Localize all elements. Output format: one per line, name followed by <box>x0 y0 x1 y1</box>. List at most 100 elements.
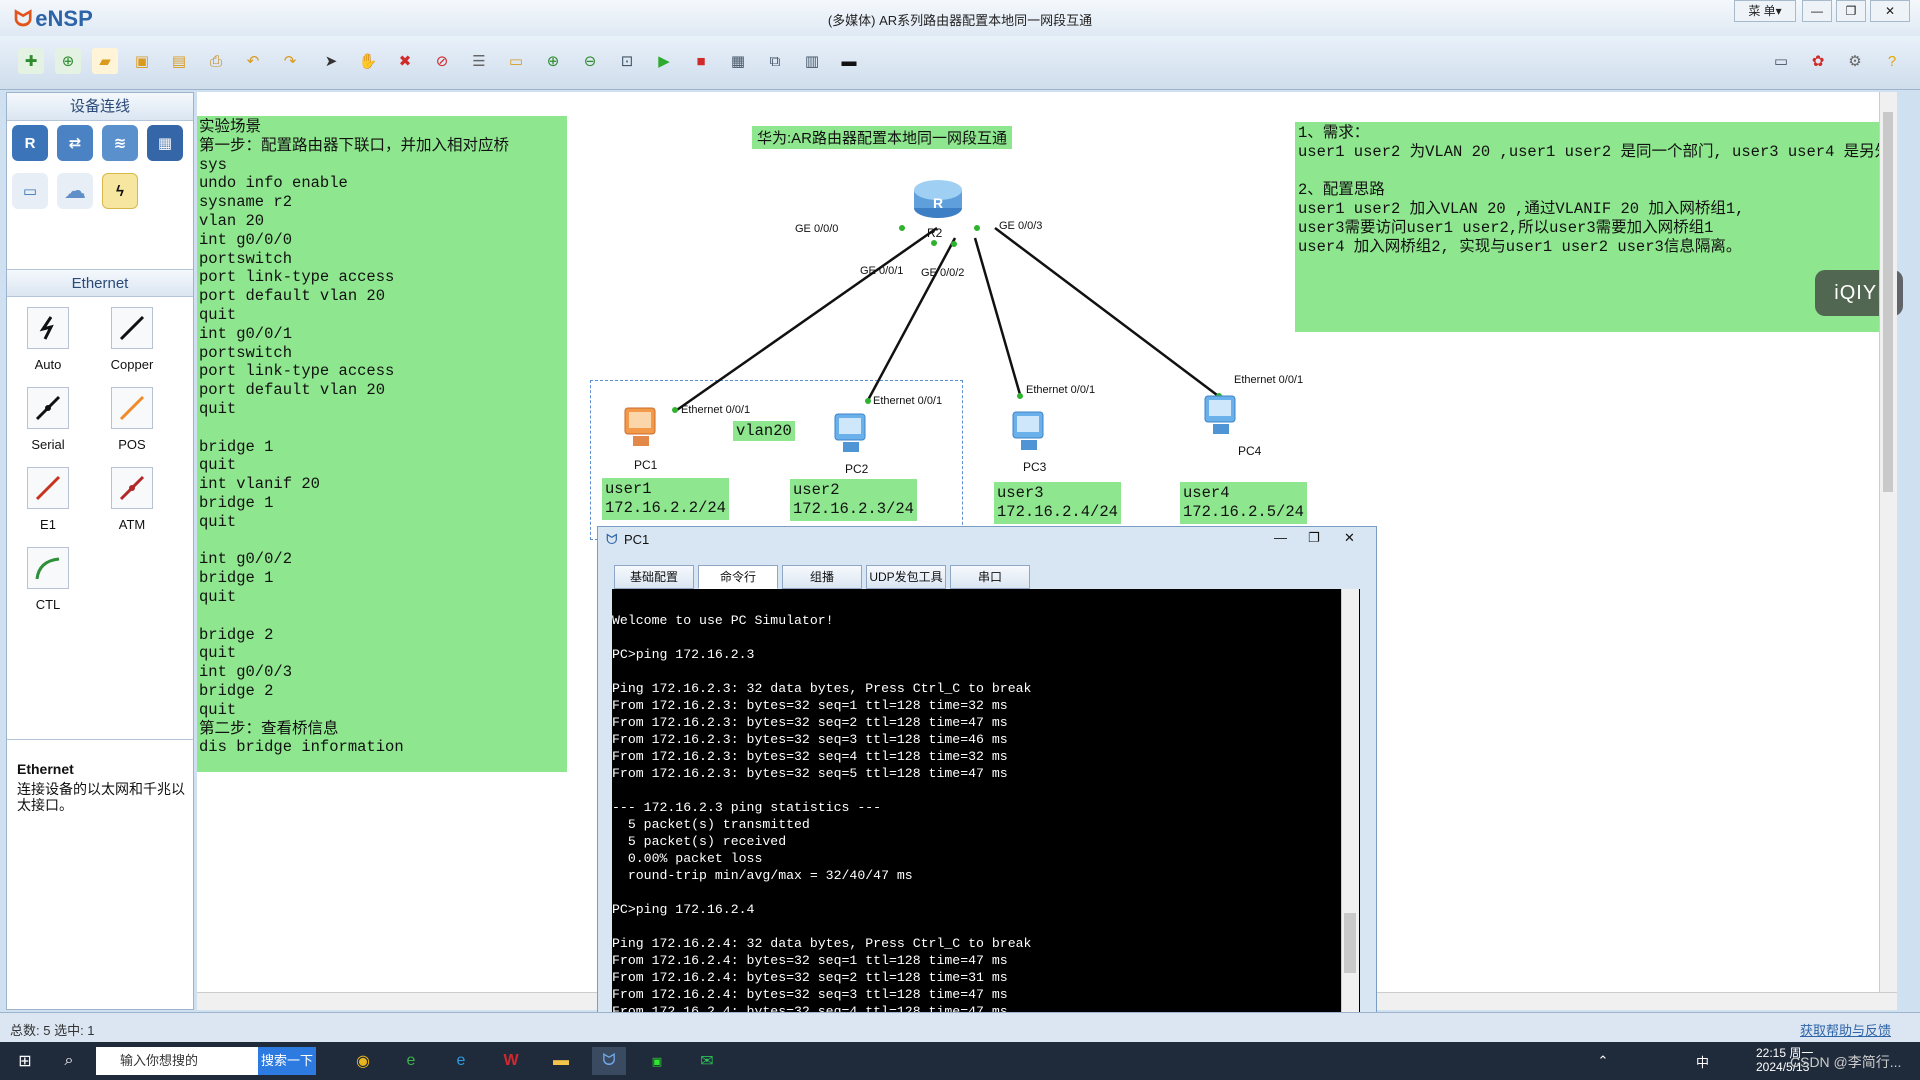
grid-icon[interactable]: ▥ <box>799 48 825 74</box>
switch-icon[interactable]: ⇄ <box>57 125 93 161</box>
rectangle-icon[interactable]: ▭ <box>503 48 529 74</box>
select-icon[interactable]: ➤ <box>318 48 344 74</box>
taskbar-search-input[interactable]: 输入你想搜的 <box>96 1047 258 1075</box>
delete-icon[interactable]: ✖ <box>392 48 418 74</box>
menu-button[interactable]: 菜 单▾ <box>1734 0 1796 22</box>
title-bar: ᗢ eNSP (多媒体) AR系列路由器配置本地同一网段互通 菜 单▾ — ❐ ✕ <box>0 0 1920 36</box>
canvas-vscroll-thumb[interactable] <box>1883 112 1893 492</box>
status-bar: 总数: 5 选中: 1 获取帮助与反馈 <box>0 1012 1920 1042</box>
console-scroll-thumb[interactable] <box>1344 913 1356 973</box>
pan-icon[interactable]: ✋ <box>355 48 381 74</box>
serial-cable-icon[interactable] <box>27 387 69 429</box>
cloud-icon[interactable]: ☁ <box>57 173 93 209</box>
stop-icon[interactable]: ■ <box>688 48 714 74</box>
save-as-icon[interactable]: ▤ <box>166 48 192 74</box>
port-dot <box>865 398 871 404</box>
undo-icon[interactable]: ↶ <box>240 48 266 74</box>
pc1-minimize-button[interactable]: — <box>1274 530 1287 545</box>
wps-icon[interactable]: W <box>494 1047 528 1075</box>
chrome-icon[interactable]: ◉ <box>346 1047 380 1075</box>
auto-link-icon[interactable]: ϟ <box>102 173 138 209</box>
pc1-window[interactable]: ᗢ PC1 — ❐ ✕ 基础配置 命令行 组播 UDP发包工具 串口 Welco… <box>597 526 1377 1046</box>
pc1-icon[interactable] <box>617 404 667 450</box>
pc1-restore-button[interactable]: ❐ <box>1308 530 1320 546</box>
router-icon[interactable]: R <box>911 172 965 222</box>
firewall-icon[interactable]: ▦ <box>147 125 183 161</box>
new-topology-icon[interactable]: ✚ <box>18 48 44 74</box>
auto-cable-icon[interactable] <box>27 307 69 349</box>
tray-icons[interactable]: ⌃ <box>1586 1047 1620 1075</box>
wechat-icon[interactable]: ✉ <box>690 1047 724 1075</box>
pc1-port-label: Ethernet 0/0/1 <box>681 404 751 416</box>
topology-icon[interactable]: ⧉ <box>762 48 788 74</box>
capture-icon[interactable]: ▦ <box>725 48 751 74</box>
e1-cable-icon[interactable] <box>27 467 69 509</box>
pc2-icon[interactable] <box>827 410 877 456</box>
window-title: (多媒体) AR系列路由器配置本地同一网段互通 <box>827 13 1093 28</box>
save-icon[interactable]: ▣ <box>129 48 155 74</box>
console-icon[interactable]: ▬ <box>836 48 862 74</box>
cable-label-e1: E1 <box>40 517 56 532</box>
pc1-close-button[interactable]: ✕ <box>1344 530 1355 546</box>
port-dot <box>931 240 937 246</box>
copper-cable-icon[interactable] <box>111 307 153 349</box>
atm-cable-icon[interactable] <box>111 467 153 509</box>
tab-command-line[interactable]: 命令行 <box>698 565 778 589</box>
zoom-in-icon[interactable]: ⊕ <box>540 48 566 74</box>
taskbar-search-button[interactable]: 搜索一下 <box>258 1047 316 1075</box>
wireless-icon[interactable]: ≋ <box>102 125 138 161</box>
ctl-cable-icon[interactable] <box>27 547 69 589</box>
close-button[interactable]: ✕ <box>1870 0 1910 22</box>
user3-label[interactable]: user3 172.16.2.4/24 <box>994 482 1121 524</box>
user1-label[interactable]: user1 172.16.2.2/24 <box>602 478 729 520</box>
browser-icon[interactable]: e <box>394 1047 428 1075</box>
tab-udp-tool[interactable]: UDP发包工具 <box>866 565 946 589</box>
device-panel: 设备连线 R ⇄ ≋ ▦ ▭ ☁ ϟ Ethernet Auto Copper … <box>6 92 194 1010</box>
user2-label[interactable]: user2 172.16.2.3/24 <box>790 479 917 521</box>
ime-indicator[interactable]: 中 <box>1696 1052 1709 1071</box>
pc3-icon[interactable] <box>1005 408 1055 454</box>
port-dot <box>672 407 678 413</box>
tab-multicast[interactable]: 组播 <box>782 565 862 589</box>
chat-icon[interactable]: ▭ <box>1768 48 1794 74</box>
help-feedback-link[interactable]: 获取帮助与反馈 <box>1800 1020 1891 1039</box>
info-text: 连接设备的以太网和千兆以太接口。 <box>17 781 185 813</box>
cable-label-ctl: CTL <box>35 597 61 612</box>
minimize-button[interactable]: — <box>1802 0 1832 22</box>
print-icon[interactable]: ⎙ <box>203 48 229 74</box>
ie-icon[interactable]: e <box>444 1047 478 1075</box>
new-lab-icon[interactable]: ⊕ <box>55 48 81 74</box>
pos-cable-icon[interactable] <box>111 387 153 429</box>
zoom-out-icon[interactable]: ⊖ <box>577 48 603 74</box>
windows-start-icon[interactable]: ⊞ <box>8 1047 42 1075</box>
open-icon[interactable]: ▰ <box>92 48 118 74</box>
pc2-name: PC2 <box>845 462 869 476</box>
tab-basic-config[interactable]: 基础配置 <box>614 565 694 589</box>
folder-icon[interactable]: ▬ <box>544 1047 578 1075</box>
restore-button[interactable]: ❐ <box>1836 0 1866 22</box>
ethernet-section-title: Ethernet <box>7 269 193 297</box>
pc4-icon[interactable] <box>1197 392 1247 438</box>
delete-all-icon[interactable]: ⊘ <box>429 48 455 74</box>
user4-label[interactable]: user4 172.16.2.5/24 <box>1180 482 1307 524</box>
console-output[interactable]: Welcome to use PC Simulator! PC>ping 172… <box>612 589 1360 1044</box>
ensp-taskbar-icon[interactable]: ᗢ <box>592 1047 626 1075</box>
link-r2-pc1 <box>673 226 938 414</box>
tab-serial[interactable]: 串口 <box>950 565 1030 589</box>
router-icon[interactable]: R <box>12 125 48 161</box>
iqiyi-taskbar-icon[interactable]: ▣ <box>640 1047 674 1075</box>
cable-label-pos: POS <box>118 437 146 452</box>
settings-icon[interactable]: ⚙ <box>1842 48 1868 74</box>
help-icon[interactable]: ? <box>1879 48 1905 74</box>
pc1-window-titlebar[interactable]: ᗢ PC1 — ❐ ✕ <box>598 527 1376 551</box>
start-icon[interactable]: ▶ <box>651 48 677 74</box>
console-scrollbar[interactable] <box>1341 589 1359 1044</box>
text-icon[interactable]: ☰ <box>466 48 492 74</box>
fit-icon[interactable]: ⊡ <box>614 48 640 74</box>
vlan20-label[interactable]: vlan20 <box>733 421 795 441</box>
redo-icon[interactable]: ↷ <box>277 48 303 74</box>
pc-icon[interactable]: ▭ <box>12 173 48 209</box>
huawei-icon[interactable]: ✿ <box>1805 48 1831 74</box>
search-icon[interactable]: ⌕ <box>52 1047 86 1075</box>
port-label-ge000: GE 0/0/0 <box>795 223 839 235</box>
